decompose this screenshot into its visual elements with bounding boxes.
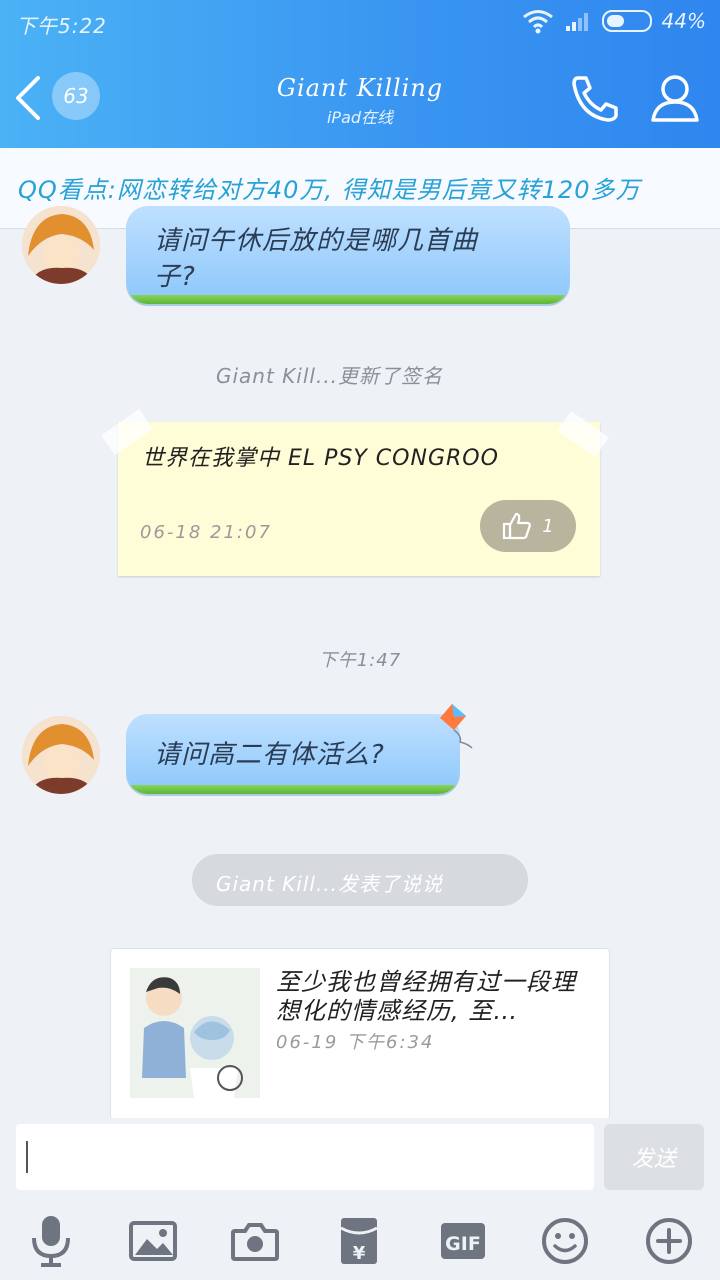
- phone-icon: [572, 76, 618, 122]
- status-indicators: 44%: [522, 8, 706, 34]
- signal-icon: [565, 13, 588, 31]
- avatar[interactable]: [22, 716, 100, 794]
- camera-button[interactable]: [228, 1214, 282, 1268]
- voice-button[interactable]: [24, 1214, 78, 1268]
- image-icon: [129, 1221, 177, 1261]
- battery-percent: 44%: [661, 9, 706, 33]
- status-time: 下午5:22: [16, 14, 107, 38]
- plus-icon: [646, 1218, 692, 1264]
- avatar-image: [22, 206, 100, 284]
- gif-label: GIF: [445, 1233, 481, 1255]
- more-button[interactable]: [642, 1214, 696, 1268]
- profile-button[interactable]: [648, 72, 702, 124]
- message-text: 请问午休后放的是哪几首曲: [154, 226, 479, 256]
- news-banner-text[interactable]: QQ看点:网恋转给对方40万, 得知是男后竟又转120多万: [18, 170, 640, 205]
- emoji-button[interactable]: [538, 1214, 592, 1268]
- emoji-icon: [542, 1218, 588, 1264]
- microphone-icon: [32, 1216, 70, 1267]
- camera-icon: [231, 1223, 279, 1261]
- post-excerpt: 至少我也曾经拥有过一段理想化的情感经历, 至…: [276, 968, 576, 1025]
- avatar-image: [22, 716, 100, 794]
- wifi-icon: [522, 10, 553, 34]
- red-packet-button[interactable]: ¥: [332, 1214, 386, 1268]
- kite-icon: [440, 704, 473, 749]
- system-notice: Giant Kill...发表了说说: [216, 872, 444, 896]
- gif-button[interactable]: GIF: [436, 1214, 490, 1268]
- like-button[interactable]: 1: [480, 500, 576, 552]
- post-image: [130, 968, 260, 1098]
- gif-icon: GIF: [441, 1223, 485, 1259]
- yen-symbol: ¥: [353, 1243, 366, 1264]
- thumbs-up-icon: [503, 512, 532, 540]
- message-input[interactable]: [16, 1124, 594, 1190]
- call-button[interactable]: [566, 72, 622, 124]
- avatar[interactable]: [22, 206, 100, 284]
- battery-icon: [601, 10, 652, 32]
- post-date: 06-19 下午6:34: [276, 1032, 435, 1053]
- like-count: 1: [542, 515, 554, 537]
- text-caret: [26, 1141, 28, 1173]
- message-text: 子?: [154, 262, 196, 292]
- signature-text: 世界在我掌中 EL PSY CONGROO: [142, 446, 499, 471]
- system-notice: Giant Kill...更新了签名: [216, 364, 444, 388]
- send-button[interactable]: 发送: [604, 1124, 704, 1190]
- message-timestamp: 下午1:47: [318, 650, 402, 671]
- photo-button[interactable]: [126, 1214, 180, 1268]
- signature-date: 06-18 21:07: [140, 522, 272, 543]
- red-packet-icon: ¥: [340, 1218, 378, 1264]
- post-thumbnail: [130, 968, 260, 1098]
- person-icon: [651, 75, 699, 122]
- message-text: 请问高二有体活么?: [154, 740, 385, 770]
